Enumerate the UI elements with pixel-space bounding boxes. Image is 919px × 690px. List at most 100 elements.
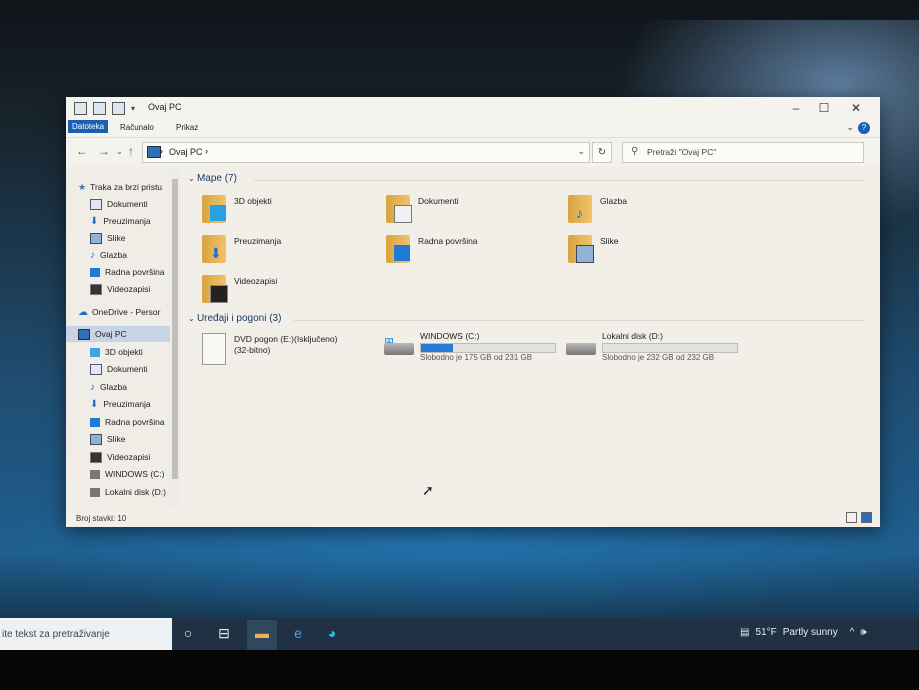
dvd-drive[interactable]: DVD pogon (E:)(Isključeno) (32-bitno) [202, 331, 372, 371]
sidebar-item-documents-pc[interactable]: Dokumenti [90, 361, 170, 377]
drive-label: Lokalni disk (D:) [602, 331, 663, 341]
close-button[interactable]: ✕ [846, 101, 866, 115]
sidebar-item-desktop[interactable]: Radna površina [90, 264, 170, 280]
folder-3d-objects[interactable]: 3D objekti [202, 193, 372, 229]
sidebar-item-label: WINDOWS (C:) [105, 469, 165, 479]
recent-locations-icon[interactable]: ⌄ [116, 147, 123, 156]
refresh-button[interactable]: ↻ [592, 142, 612, 163]
tab-prikaz[interactable]: Prikaz [172, 121, 202, 134]
chevron-up-icon[interactable]: ^ [850, 627, 855, 638]
back-icon[interactable]: ← [76, 144, 88, 158]
screen-bezel [0, 650, 919, 690]
folder-downloads[interactable]: ⬇ Preuzimanja [202, 233, 372, 269]
search-input[interactable]: ⚲ Pretraži "Ovaj PC" [622, 142, 864, 163]
search-placeholder: Pretraži "Ovaj PC" [647, 147, 717, 157]
scrollbar-thumb[interactable] [172, 179, 178, 479]
group-header-folders[interactable]: ⌄ Mape (7) [188, 173, 237, 184]
drive-label: WINDOWS (C:) [420, 331, 480, 341]
folder-pictures[interactable]: Slike [568, 233, 738, 269]
title-bar[interactable]: ▾ Ovaj PC – ☐ ✕ [66, 97, 880, 119]
folder-videos[interactable]: Videozapisi [202, 273, 372, 309]
sidebar-item-drive-d[interactable]: Lokalni disk (D:) [90, 484, 170, 500]
cloud-icon: ☁ [78, 306, 88, 318]
sidebar-item-pictures-pc[interactable]: Slike [90, 431, 170, 447]
folder-documents[interactable]: Dokumenti [386, 193, 556, 229]
speaker-icon[interactable]: 🕪 [860, 627, 866, 638]
large-icons-view-icon[interactable] [861, 512, 872, 523]
breadcrumb[interactable]: Ovaj PC [169, 147, 203, 157]
mouse-cursor-icon: ➚ [422, 482, 434, 498]
sidebar-item-this-pc[interactable]: Ovaj PC [66, 326, 170, 342]
group-title: Uređaji i pogoni (3) [196, 313, 282, 324]
divider [254, 180, 864, 181]
music-icon: ♪ [90, 249, 95, 261]
sidebar-scrollbar[interactable] [170, 169, 180, 507]
desktop-icon [90, 417, 100, 427]
address-dropdown-icon[interactable]: ⌄ [577, 146, 585, 157]
item-label: Slike [600, 236, 619, 246]
sidebar-item-pictures[interactable]: Slike [90, 230, 170, 246]
video-icon [90, 451, 102, 463]
content-pane: ⌄ Mape (7) 3D objekti Dokumenti ♪ Glazba … [184, 169, 874, 507]
maximize-button[interactable]: ☐ [814, 101, 834, 115]
tab-datoteka[interactable]: Datoteka [68, 120, 109, 133]
expand-ribbon-icon[interactable]: ⌄ [846, 122, 854, 133]
breadcrumb-separator-icon[interactable]: › [160, 146, 163, 156]
up-icon[interactable]: ↑ [128, 144, 134, 158]
drive-d[interactable]: Lokalni disk (D:) Slobodno je 232 GB od … [566, 331, 746, 371]
group-header-devices[interactable]: ⌄ Uređaji i pogoni (3) [188, 313, 281, 324]
details-view-icon[interactable] [846, 512, 857, 523]
cortana-icon[interactable]: ○ [176, 625, 200, 641]
desktop-glow [0, 520, 919, 630]
sidebar-item-label: Dokumenti [107, 364, 148, 374]
sidebar-item-drive-c[interactable]: WINDOWS (C:) [90, 466, 170, 482]
taskbar-search-input[interactable]: ite tekst za pretraživanje [0, 618, 172, 650]
window-title: Ovaj PC [148, 102, 182, 112]
sidebar-item-label: Ovaj PC [95, 329, 127, 339]
weather-widget[interactable]: ▤ 51°F Partly sunny ^ 🕪 [740, 627, 867, 638]
music-icon: ♪ [90, 381, 95, 393]
sidebar-item-desktop-pc[interactable]: Radna površina [90, 414, 170, 430]
customize-toolbar-icon[interactable]: ▾ [131, 104, 135, 113]
3d-icon [90, 347, 100, 357]
item-label: Dokumenti [418, 196, 459, 206]
document-icon [90, 198, 102, 210]
sidebar-item-quick-access[interactable]: ★ Traka za brzi pristu [78, 179, 170, 195]
weather-text: Partly sunny [782, 627, 838, 638]
chevron-down-icon[interactable]: ⌄ [188, 314, 197, 323]
sidebar-item-label: Traka za brzi pristu [90, 182, 163, 192]
help-icon[interactable]: ? [858, 122, 870, 134]
sidebar-item-onedrive[interactable]: ☁ OneDrive - Persor [78, 304, 170, 320]
properties-icon[interactable] [93, 102, 106, 115]
pictures-folder-icon [576, 245, 594, 263]
address-bar[interactable]: › Ovaj PC › ⌄ [142, 142, 590, 163]
folder-desktop[interactable]: Radna površina [386, 233, 556, 269]
breadcrumb-chevron-icon[interactable]: › [205, 146, 208, 156]
drive-c[interactable]: ⊞ WINDOWS (C:) Slobodno je 175 GB od 231… [384, 331, 564, 371]
tab-racunalo[interactable]: Računalo [116, 121, 158, 134]
task-view-icon[interactable]: ⊟ [212, 625, 236, 642]
sidebar-item-3d-objects[interactable]: 3D objekti [90, 344, 170, 360]
usage-bar [420, 343, 556, 353]
minimize-button[interactable]: – [786, 101, 806, 115]
sidebar-item-downloads[interactable]: ⬇ Preuzimanja [90, 213, 170, 229]
sidebar-item-music[interactable]: ♪ Glazba [90, 247, 170, 263]
sidebar-item-videos[interactable]: Videozapisi [90, 281, 170, 297]
sidebar-item-label: Slike [107, 434, 126, 444]
forward-icon[interactable]: → [98, 144, 110, 158]
sidebar-item-downloads-pc[interactable]: ⬇ Preuzimanja [90, 396, 170, 412]
desktop-folder-icon [394, 245, 410, 261]
edge-icon[interactable]: ◕ [320, 625, 344, 641]
folder-music[interactable]: ♪ Glazba [568, 193, 738, 229]
item-label: 3D objekti [234, 196, 272, 206]
item-label: Preuzimanja [234, 236, 282, 246]
sidebar-item-music-pc[interactable]: ♪ Glazba [90, 379, 170, 395]
downloads-folder-icon: ⬇ [210, 245, 222, 261]
internet-explorer-icon[interactable]: e [286, 625, 310, 641]
sidebar-item-documents[interactable]: Dokumenti [90, 196, 170, 212]
file-explorer-icon[interactable]: ▬ [250, 625, 274, 641]
sidebar-item-videos-pc[interactable]: Videozapisi [90, 449, 170, 465]
chevron-down-icon[interactable]: ⌄ [188, 174, 197, 183]
new-folder-icon[interactable] [112, 102, 125, 115]
pc-icon [78, 328, 90, 340]
